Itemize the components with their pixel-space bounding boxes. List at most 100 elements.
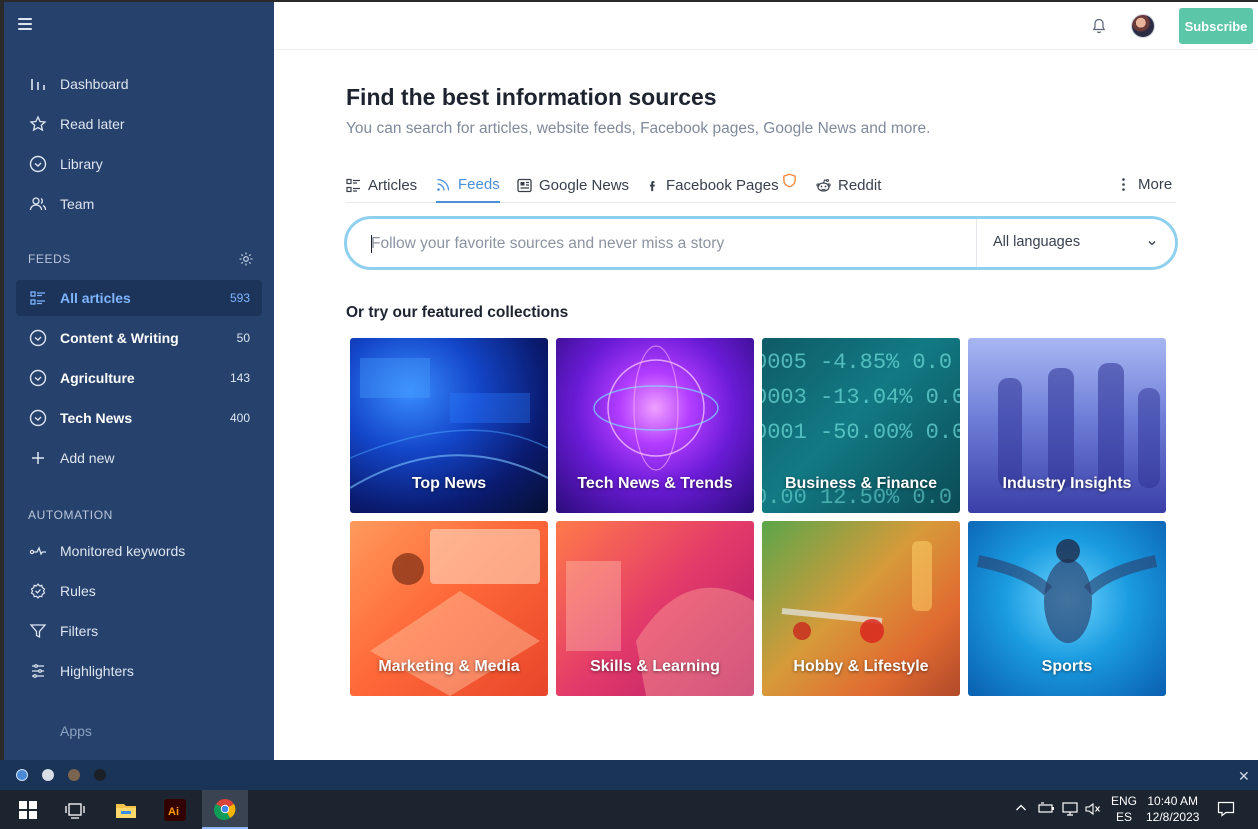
feed-count: 400: [229, 411, 250, 425]
language-select[interactable]: All languages: [993, 234, 1080, 250]
menu-icon[interactable]: [18, 18, 32, 30]
avatar[interactable]: [1131, 14, 1155, 38]
sidebar-item-highlighters[interactable]: Highlighters: [16, 653, 262, 689]
notifications-icon[interactable]: [1217, 801, 1235, 820]
feed-count: 593: [229, 291, 250, 305]
page-subtitle: You can search for articles, website fee…: [346, 120, 931, 137]
collection-label: Business & Finance: [784, 475, 938, 492]
featured-collections-title: Or try our featured collections: [346, 304, 569, 321]
tab-label: Reddit: [838, 177, 882, 194]
people-icon: [28, 194, 48, 214]
funnel-icon: [28, 621, 48, 641]
more-label: More: [1138, 176, 1173, 193]
search-input[interactable]: [371, 233, 951, 255]
sidebar-item-label: All articles: [60, 290, 131, 306]
tab-reddit[interactable]: Reddit: [816, 168, 881, 203]
battery-icon[interactable]: [1037, 802, 1055, 817]
tab-label: Articles: [368, 177, 418, 194]
sidebar-item-dashboard[interactable]: Dashboard: [16, 66, 262, 102]
search-bar: All languages: [344, 216, 1178, 270]
input-language-indicator[interactable]: ENG ES: [1111, 793, 1137, 825]
page-dot[interactable]: [16, 769, 28, 781]
page-dot[interactable]: [42, 769, 54, 781]
network-icon[interactable]: [1061, 802, 1079, 819]
page-title: Find the best information sources: [346, 84, 717, 110]
subscribe-button[interactable]: Subscribe: [1179, 8, 1253, 44]
file-explorer-icon[interactable]: [103, 790, 149, 829]
close-icon[interactable]: ✕: [1238, 768, 1250, 785]
collection-card-hobby-lifestyle[interactable]: Hobby & Lifestyle: [762, 521, 960, 696]
task-view-icon[interactable]: [52, 790, 98, 829]
main-content: Subscribe Find the best information sour…: [274, 2, 1258, 760]
svg-text:0001 -50.00% 0.0: 0001 -50.00% 0.0: [762, 420, 960, 445]
svg-text:0003 -13.04% 0.0: 0003 -13.04% 0.0: [762, 385, 960, 410]
sidebar-item-rules[interactable]: Rules: [16, 573, 262, 609]
chrome-icon[interactable]: [202, 790, 248, 829]
collection-card-skills-learning[interactable]: Skills & Learning: [556, 521, 754, 696]
chevron-up-icon[interactable]: [1015, 802, 1027, 816]
bell-icon[interactable]: [1092, 18, 1106, 34]
sidebar-item-label: Tech News: [60, 410, 133, 426]
collection-card-top-news[interactable]: Top News: [350, 338, 548, 513]
collection-card-tech-news-trends[interactable]: Tech News & Trends: [556, 338, 754, 513]
sidebar-item-read-later[interactable]: Read later: [16, 106, 262, 142]
list-icon: [346, 178, 360, 193]
illustrator-icon[interactable]: Ai: [152, 790, 198, 829]
list-icon: [28, 288, 48, 308]
automation-section-title: AUTOMATION: [28, 508, 113, 522]
divider: [976, 219, 977, 267]
sidebar-item-label: Team: [60, 196, 95, 212]
keyboard-layout: ES: [1116, 810, 1133, 824]
sidebar-item-agriculture[interactable]: Agriculture 143: [16, 360, 262, 396]
collection-label: Marketing & Media: [378, 658, 520, 675]
sidebar-item-tech-news[interactable]: Tech News 400: [16, 400, 262, 436]
collection-label: Skills & Learning: [590, 658, 720, 675]
page-dot[interactable]: [94, 769, 106, 781]
system-clock[interactable]: 10:40 AM 12/8/2023: [1146, 793, 1199, 825]
collection-label: Hobby & Lifestyle: [793, 658, 929, 675]
feeds-section-title: FEEDS: [28, 252, 72, 266]
sidebar-item-content-writing[interactable]: Content & Writing 50: [16, 320, 262, 356]
windows-start-icon[interactable]: [5, 790, 51, 829]
collection-card-sports[interactable]: Sports: [968, 521, 1166, 696]
page-indicator-bar: ✕: [0, 760, 1258, 790]
sidebar-item-all-articles[interactable]: All articles 593: [16, 280, 262, 316]
sidebar-item-label: Highlighters: [60, 663, 134, 679]
more-menu-button[interactable]: More: [1116, 167, 1172, 202]
tab-facebook-pages[interactable]: Facebook Pages: [646, 168, 804, 203]
collection-card-marketing-media[interactable]: Marketing & Media: [350, 521, 548, 696]
svg-text:Ai: Ai: [168, 806, 179, 818]
tab-label: Google News: [539, 177, 630, 194]
language-code: ENG: [1111, 794, 1138, 808]
tab-google-news[interactable]: Google News: [517, 168, 629, 203]
sidebar-item-label: Agriculture: [60, 370, 135, 386]
add-new-feed-button[interactable]: Add new: [16, 440, 262, 476]
gear-icon[interactable]: [238, 251, 254, 267]
sidebar-item-label: Dashboard: [60, 76, 129, 92]
chevron-down-icon[interactable]: [1147, 239, 1157, 247]
sidebar: Dashboard Read later Library Team FEEDS …: [4, 2, 274, 760]
tab-articles[interactable]: Articles: [346, 168, 417, 203]
collection-label: Sports: [1041, 658, 1093, 675]
tab-feeds[interactable]: Feeds: [436, 168, 500, 203]
sidebar-item-team[interactable]: Team: [16, 186, 262, 222]
page-dot[interactable]: [68, 769, 80, 781]
sidebar-item-library[interactable]: Library: [16, 146, 262, 182]
add-new-label: Add new: [60, 450, 115, 466]
source-tabs: Articles Feeds Google News Facebook Page…: [346, 168, 1176, 203]
sidebar-item-apps[interactable]: Apps: [60, 723, 92, 739]
circle-check-icon: [28, 368, 48, 388]
highlighter-icon: [28, 661, 48, 681]
reddit-icon: [816, 179, 831, 192]
collection-label: Industry Insights: [1002, 475, 1132, 492]
vertical-dots-icon: [1122, 178, 1125, 191]
feed-count: 50: [236, 331, 250, 345]
collection-card-business-finance[interactable]: 0005 -4.85% 0.0 0003 -13.04% 0.0 0001 -5…: [762, 338, 960, 513]
sidebar-item-filters[interactable]: Filters: [16, 613, 262, 649]
top-header: Subscribe: [274, 2, 1258, 50]
collection-card-industry-insights[interactable]: Industry Insights: [968, 338, 1166, 513]
collection-label: Tech News & Trends: [577, 475, 733, 492]
gear-check-icon: [28, 581, 48, 601]
volume-muted-icon[interactable]: [1085, 802, 1101, 819]
sidebar-item-monitored-keywords[interactable]: Monitored keywords: [16, 533, 262, 569]
